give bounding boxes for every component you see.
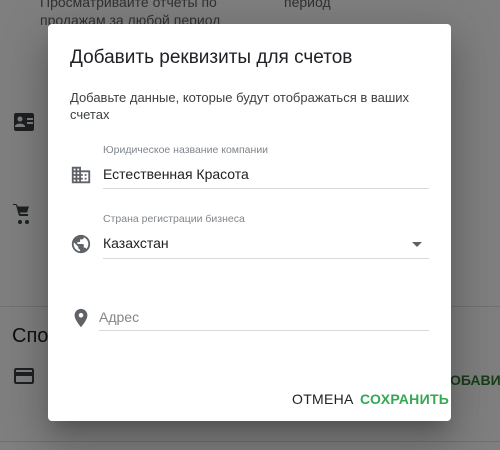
company-name-underline <box>103 188 429 189</box>
cancel-button[interactable]: ОТМЕНА <box>292 391 354 407</box>
billing-details-dialog: Добавить реквизиты для счетов Добавьте д… <box>48 24 451 421</box>
location-pin-icon <box>70 307 92 329</box>
dialog-subtitle: Добавьте данные, которые будут отображат… <box>70 90 410 122</box>
country-label: Страна регистрации бизнеса <box>103 213 245 225</box>
address-underline <box>99 330 429 331</box>
chevron-down-icon[interactable] <box>412 242 422 247</box>
building-icon <box>70 164 92 186</box>
address-input[interactable]: Адрес <box>99 309 139 325</box>
save-button[interactable]: СОХРАНИТЬ <box>360 391 449 407</box>
globe-icon <box>70 233 92 255</box>
company-name-label: Юридическое название компании <box>103 144 269 156</box>
company-name-input[interactable]: Естественная Красота <box>103 166 249 182</box>
dialog-title: Добавить реквизиты для счетов <box>70 47 353 68</box>
country-select[interactable]: Казахстан <box>103 235 169 251</box>
country-underline <box>103 258 429 259</box>
